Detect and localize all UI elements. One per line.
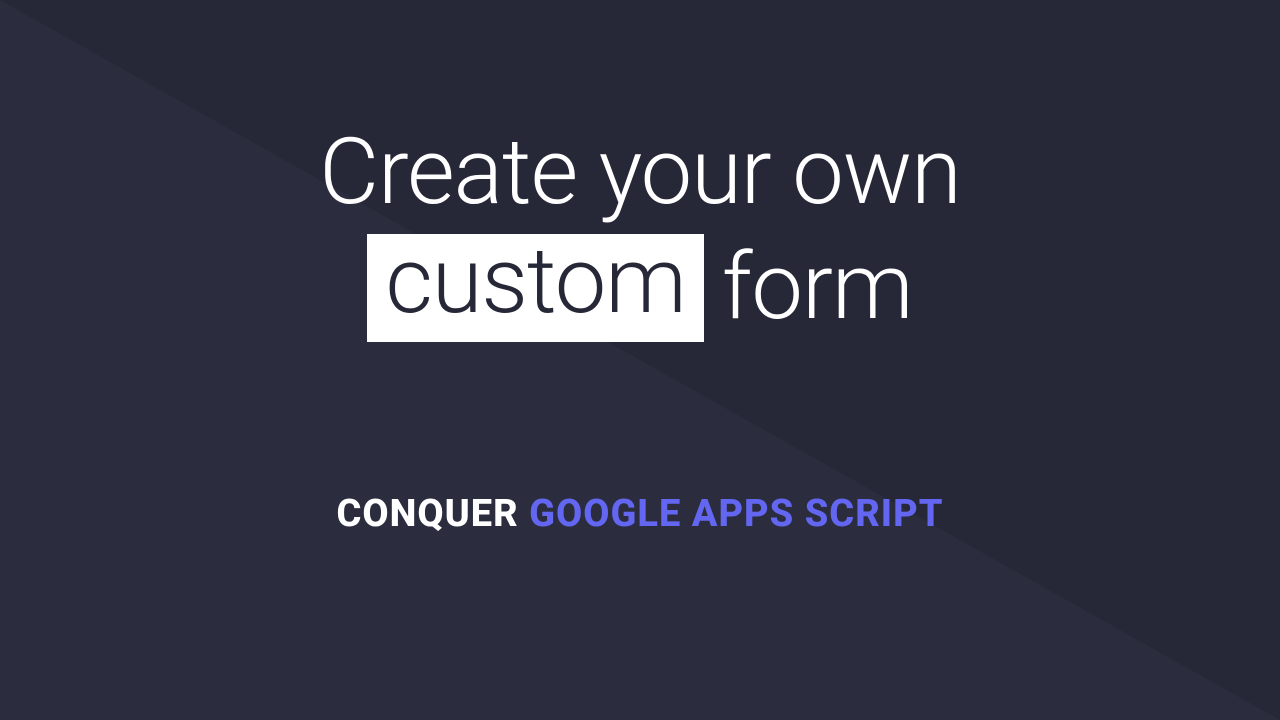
- slide-content: Create your own custom form CONQUER GOOG…: [0, 0, 1280, 720]
- title-highlight: custom: [367, 234, 703, 343]
- title-line-1: Create your own: [319, 120, 961, 226]
- main-title: Create your own custom form: [319, 120, 961, 342]
- title-line-2-rest: form: [722, 235, 913, 341]
- subtitle: CONQUER GOOGLE APPS SCRIPT: [337, 492, 944, 536]
- title-line-2: custom form: [319, 234, 961, 343]
- subtitle-part-1: CONQUER: [337, 492, 530, 536]
- subtitle-part-2: GOOGLE APPS SCRIPT: [529, 492, 943, 536]
